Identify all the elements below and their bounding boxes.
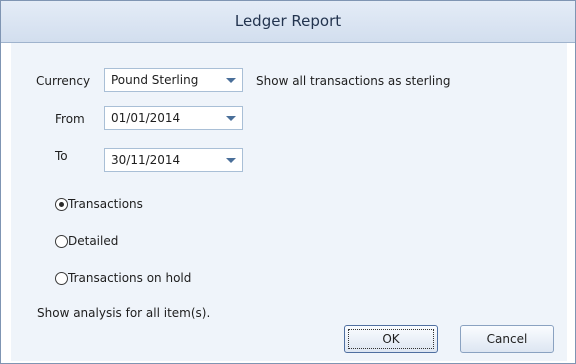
from-date-value: 01/01/2014 <box>111 111 181 125</box>
analysis-note: Show analysis for all item(s). <box>37 306 211 320</box>
currency-label: Currency <box>36 74 91 88</box>
radio-transactions-label[interactable]: Transactions <box>68 197 143 211</box>
to-date-picker[interactable]: 30/11/2014 <box>104 148 243 172</box>
to-label: To <box>55 149 68 163</box>
currency-note: Show all transactions as sterling <box>256 74 451 88</box>
to-date-value: 30/11/2014 <box>111 153 181 167</box>
radio-transactions-on-hold-label[interactable]: Transactions on hold <box>68 271 191 285</box>
currency-select[interactable]: Pound Sterling <box>104 68 243 92</box>
radio-transactions-on-hold[interactable] <box>55 272 68 285</box>
currency-value: Pound Sterling <box>111 73 199 87</box>
radio-detailed[interactable] <box>55 235 68 248</box>
radio-transactions[interactable] <box>55 198 68 211</box>
radio-selected-dot <box>59 202 64 207</box>
chevron-down-icon[interactable] <box>220 107 242 129</box>
cancel-button[interactable]: Cancel <box>460 325 554 353</box>
from-date-picker[interactable]: 01/01/2014 <box>104 106 243 130</box>
ok-button[interactable]: OK <box>344 325 438 353</box>
chevron-down-icon[interactable] <box>220 149 242 171</box>
radio-detailed-label[interactable]: Detailed <box>68 234 118 248</box>
cancel-button-label: Cancel <box>486 332 528 346</box>
from-label: From <box>55 112 85 126</box>
dialog-title: Ledger Report <box>1 1 575 43</box>
chevron-down-icon[interactable] <box>220 69 242 91</box>
dialog-body: Currency Pound Sterling Show all transac… <box>10 43 568 362</box>
ledger-report-dialog: Ledger Report Currency Pound Sterling Sh… <box>0 0 576 364</box>
focus-rectangle <box>348 329 434 349</box>
